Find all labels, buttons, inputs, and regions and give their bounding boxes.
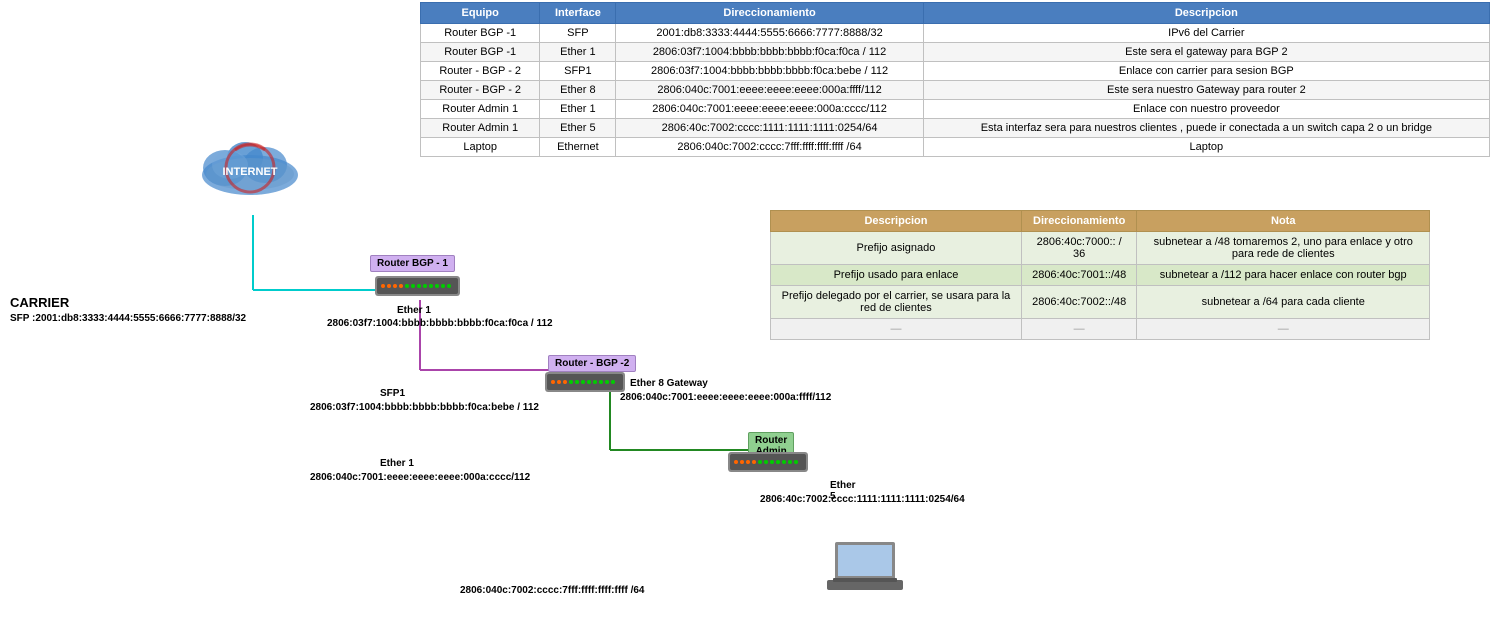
second-cell-1-1: 2806:40c:7001::/48	[1021, 265, 1137, 286]
carrier-addr: SFP :2001:db8:3333:4444:5555:6666:7777:8…	[10, 312, 246, 326]
router-bgp1-label: Router BGP - 1	[370, 255, 455, 272]
carrier-text: CARRIER	[10, 294, 246, 312]
main-cell-2-3: Enlace con carrier para sesion BGP	[923, 62, 1489, 81]
col2-nota: Nota	[1137, 211, 1430, 232]
sfp1-label: SFP1	[380, 388, 405, 399]
main-cell-1-3: Este sera el gateway para BGP 2	[923, 43, 1489, 62]
col2-descripcion: Descripcion	[771, 211, 1022, 232]
second-cell-0-0: Prefijo asignado	[771, 232, 1022, 265]
second-cell-0-1: 2806:40c:7000:: / 36	[1021, 232, 1137, 265]
ether1-bgp2-label: Ether 1	[380, 458, 414, 469]
sfp1-addr: 2806:03f7:1004:bbbb:bbbb:bbbb:f0ca:bebe …	[310, 402, 539, 413]
main-cell-4-3: Enlace con nuestro proveedor	[923, 100, 1489, 119]
laptop	[825, 540, 905, 600]
col-descripcion: Descripcion	[923, 3, 1489, 24]
ether8-addr: 2806:040c:7001:eeee:eeee:eeee:000a:ffff/…	[620, 392, 831, 403]
main-cell-6-3: Laptop	[923, 138, 1489, 157]
main-cell-3-3: Este sera nuestro Gateway para router 2	[923, 81, 1489, 100]
second-cell-2-1: 2806:40c:7002::/48	[1021, 286, 1137, 319]
second-cell-2-2: subnetear a /64 para cada cliente	[1137, 286, 1430, 319]
second-cell-3-0: —	[771, 319, 1022, 340]
laptop-addr: 2806:040c:7002:cccc:7fff:ffff:ffff:ffff …	[460, 585, 645, 596]
diagram: INTERNET CARRIER SFP :2001:db8:3333:4444…	[0, 0, 770, 622]
second-table: Descripcion Direccionamiento Nota Prefij…	[770, 210, 1430, 340]
second-cell-3-1: —	[1021, 319, 1137, 340]
second-cell-1-0: Prefijo usado para enlace	[771, 265, 1022, 286]
router-admin1-device	[728, 448, 808, 479]
second-cell-2-0: Prefijo delegado por el carrier, se usar…	[771, 286, 1022, 319]
ether1-bgp1-addr: 2806:03f7:1004:bbbb:bbbb:bbbb:f0ca:f0ca …	[327, 318, 553, 329]
carrier-label: CARRIER SFP :2001:db8:3333:4444:5555:666…	[10, 294, 246, 326]
router-bgp2-device	[545, 368, 625, 399]
ether5-addr: 2806:40c:7002:cccc:1111:1111:1111:0254/6…	[760, 494, 965, 505]
second-cell-0-2: subnetear a /48 tomaremos 2, uno para en…	[1137, 232, 1430, 265]
main-cell-0-3: IPv6 del Carrier	[923, 24, 1489, 43]
internet-cloud: INTERNET	[190, 130, 310, 220]
second-cell-3-2: —	[1137, 319, 1430, 340]
col2-direccionamiento: Direccionamiento	[1021, 211, 1137, 232]
ether1-bgp1-label: Ether 1	[397, 305, 431, 316]
second-cell-1-2: subnetear a /112 para hacer enlace con r…	[1137, 265, 1430, 286]
svg-text:INTERNET: INTERNET	[223, 166, 278, 178]
main-cell-5-3: Esta interfaz sera para nuestros cliente…	[923, 119, 1489, 138]
cloud-svg: INTERNET	[190, 130, 310, 200]
router-bgp1-device	[375, 272, 460, 303]
ether8-label: Ether 8 Gateway	[630, 378, 708, 389]
ether1-bgp2-addr: 2806:040c:7001:eeee:eeee:eeee:000a:cccc/…	[310, 472, 530, 483]
